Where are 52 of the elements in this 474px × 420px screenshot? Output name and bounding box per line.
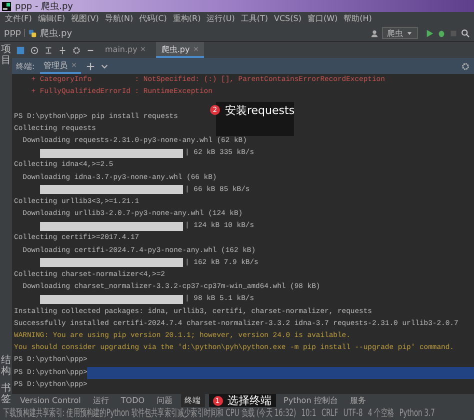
- indent-setting[interactable]: 4 个空格: [368, 407, 394, 420]
- file-encoding[interactable]: UTF-8: [343, 407, 363, 420]
- project-tool-tab[interactable]: 项目: [1, 44, 11, 66]
- tool-window-button[interactable]: 终端: [180, 394, 205, 407]
- add-icon[interactable]: [86, 62, 95, 70]
- menu-item[interactable]: 运行(U): [204, 13, 238, 24]
- collapse-all-icon[interactable]: [58, 46, 67, 54]
- panel-icon[interactable]: [16, 46, 25, 54]
- menu-item[interactable]: VCS(S): [270, 14, 304, 23]
- search-icon[interactable]: [461, 28, 470, 38]
- user-icon[interactable]: [370, 28, 379, 38]
- tool-window-button[interactable]: Python 控制台: [280, 394, 342, 407]
- interpreter-setting[interactable]: Python 3.7: [399, 407, 435, 420]
- menu-item[interactable]: 帮助(H): [340, 13, 375, 24]
- menu-item[interactable]: 编辑(E): [34, 13, 68, 24]
- menu-item[interactable]: 重构(R): [170, 13, 204, 24]
- close-icon[interactable]: [70, 62, 77, 68]
- close-icon[interactable]: [140, 46, 146, 52]
- editor-tab[interactable]: 爬虫.py: [156, 42, 204, 58]
- settings-icon[interactable]: [72, 46, 81, 54]
- tool-window-tab[interactable]: 结构: [1, 355, 11, 377]
- menu-item[interactable]: 视图(V): [68, 13, 102, 24]
- target-icon[interactable]: [30, 46, 39, 54]
- status-message: 下载预构建共享索引: 使用预构建的Python 软件包共享索引减少索引时间和 CPU 负载 (今天 16:32): [3, 407, 296, 420]
- python-file-icon: [28, 28, 38, 38]
- menu-item[interactable]: 导航(N): [102, 13, 136, 24]
- editor-tab[interactable]: main.py: [100, 42, 152, 58]
- expand-all-icon[interactable]: [44, 46, 53, 54]
- menu-item[interactable]: 文件(F): [2, 13, 35, 24]
- breadcrumb-item[interactable]: 爬虫.py: [40, 26, 72, 40]
- settings-icon[interactable]: [461, 62, 470, 70]
- cursor-position[interactable]: 10:1: [301, 407, 316, 420]
- tool-window-button[interactable]: TODO: [116, 394, 149, 407]
- run-config-dropdown[interactable]: 爬虫: [382, 27, 418, 39]
- tool-window-button[interactable]: 问题: [152, 394, 177, 407]
- menu-item[interactable]: 窗口(W): [304, 13, 341, 24]
- run-icon[interactable]: [425, 28, 434, 38]
- caret-icon: [406, 30, 413, 36]
- tool-window-tab[interactable]: 书签: [1, 383, 11, 405]
- breadcrumb-item[interactable]: ppp: [4, 28, 22, 38]
- callout-text: 安装requests: [225, 105, 295, 117]
- tool-window-button[interactable]: 服务: [346, 394, 370, 407]
- tool-window-button[interactable]: Version Control: [16, 394, 85, 407]
- line-separator[interactable]: CRLF: [321, 407, 338, 420]
- callout-text: 选择终端: [228, 394, 272, 406]
- window-title: ppp - 爬虫.py: [15, 0, 74, 12]
- debug-icon[interactable]: [437, 28, 446, 38]
- tool-window-button[interactable]: 运行: [88, 394, 113, 407]
- menu-item[interactable]: 代码(C): [136, 13, 170, 24]
- terminal-label: 终端:: [16, 60, 35, 72]
- app-icon: [2, 2, 11, 10]
- menu-item[interactable]: 工具(T): [238, 13, 271, 24]
